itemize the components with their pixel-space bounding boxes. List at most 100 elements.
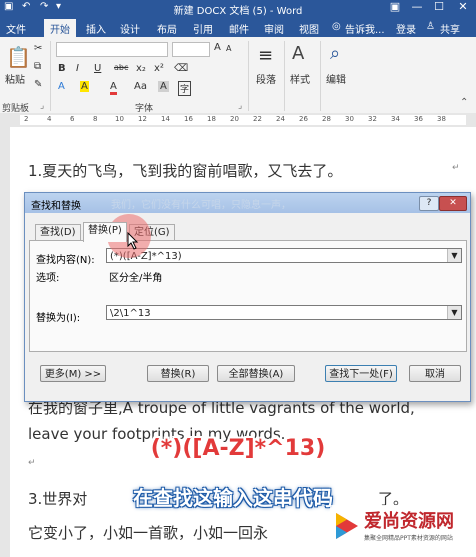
ruler-tick: 16	[184, 115, 193, 123]
font-size-combo[interactable]	[172, 42, 210, 57]
tab-replace[interactable]: 替换(P)	[83, 222, 127, 242]
ruler-tick: 12	[138, 115, 147, 123]
tab-file[interactable]: 文件	[6, 21, 26, 36]
font-color-button[interactable]: A	[110, 81, 117, 95]
dialog-title: 查找和替换	[31, 201, 81, 212]
divider	[50, 41, 51, 111]
ribbon-display-options-icon[interactable]: ▣	[384, 0, 406, 13]
tab-find[interactable]: 查找(D)	[35, 224, 81, 241]
find-what-label: 查找内容(N):	[36, 255, 95, 266]
ruler-tick: 2	[24, 115, 29, 123]
login-link[interactable]: 登录	[396, 21, 416, 36]
document-line[interactable]: 3.世界对	[28, 488, 87, 509]
font-launcher-icon[interactable]: ⌟	[238, 101, 242, 111]
mouse-cursor-icon	[127, 232, 139, 250]
ruler-tick: 32	[368, 115, 377, 123]
font-name-combo[interactable]	[56, 42, 168, 57]
ruler-tick: 36	[414, 115, 423, 123]
code-caption: (*)([A-Z]*^13)	[150, 436, 326, 461]
change-case-button[interactable]: Aa	[134, 81, 147, 92]
replace-button[interactable]: 替换(R)	[147, 365, 209, 382]
paragraph-mark: ↵	[452, 163, 460, 173]
collapse-ribbon-icon[interactable]: ⌃	[460, 97, 468, 108]
replace-with-input[interactable]: \2\1^13 ▼	[106, 305, 462, 320]
ruler-tick: 14	[161, 115, 170, 123]
document-line[interactable]: 它变小了，小如一首歌，小如一回永	[28, 522, 268, 543]
tab-layout[interactable]: 布局	[157, 21, 177, 36]
grow-font-icon[interactable]: A	[214, 42, 221, 53]
find-icon[interactable]: ⌕	[330, 43, 340, 64]
ruler-tick: 8	[93, 115, 98, 123]
ruler-tick: 24	[276, 115, 285, 123]
dialog-title-bar[interactable]: 查找和替换 我们，它们没有什么可唱，只隐息一声， ? ✕	[25, 193, 470, 213]
editing-button-label[interactable]: 编辑	[326, 71, 346, 86]
subscript-button[interactable]: x₂	[136, 63, 146, 74]
cut-icon[interactable]: ✂	[34, 43, 42, 54]
find-history-dropdown-icon[interactable]: ▼	[447, 249, 461, 262]
cancel-button[interactable]: 取消	[409, 365, 461, 382]
divider	[284, 41, 285, 111]
paste-icon[interactable]: 📋	[6, 45, 31, 69]
replace-all-button[interactable]: 全部替换(A)	[217, 365, 295, 382]
copy-icon[interactable]: ⧉	[34, 61, 41, 72]
paste-button-label[interactable]: 粘贴	[5, 71, 25, 86]
replace-panel: 查找内容(N): (*)([A-Z]*^13) ▼ 选项: 区分全/半角 替换为…	[29, 240, 467, 352]
tab-view[interactable]: 视图	[299, 21, 319, 36]
find-what-input[interactable]: (*)([A-Z]*^13) ▼	[106, 248, 462, 263]
tab-mailings[interactable]: 邮件	[229, 21, 249, 36]
tab-references[interactable]: 引用	[193, 21, 213, 36]
share-icon[interactable]: ♙	[426, 21, 435, 32]
character-shading-button[interactable]: A	[158, 81, 169, 92]
close-button[interactable]: ✕	[452, 0, 474, 13]
watermark: 爱尚资源网 集聚全网精品PPT素材资源的网站	[330, 505, 476, 557]
minimize-button[interactable]: —	[406, 0, 428, 13]
watermark-name: 爱尚资源网	[364, 511, 454, 532]
ruler-tick: 26	[299, 115, 308, 123]
watermark-tagline: 集聚全网精品PPT素材资源的网站	[364, 535, 453, 542]
styles-button-label[interactable]: 样式	[290, 71, 310, 86]
ruler-tick: 28	[322, 115, 331, 123]
ruler-tick: 38	[437, 115, 446, 123]
title-bar: ▣ ↶ ↷ ▾ 新建 DOCX 文档 (5) - Word ▣ — ☐ ✕	[0, 0, 476, 17]
horizontal-ruler: 2 4 6 8 10 12 14 16 18 20 22 24 26 28 30…	[0, 113, 476, 128]
styles-icon[interactable]: A	[292, 43, 304, 64]
ruler-tick: 30	[345, 115, 354, 123]
find-replace-dialog: 查找和替换 我们，它们没有什么可唱，只隐息一声， ? ✕ 查找(D) 替换(P)…	[24, 192, 471, 402]
document-line[interactable]: 1.夏天的飞鸟，飞到我的窗前唱歌，又飞去了。	[28, 160, 342, 181]
underline-button[interactable]: U	[94, 63, 101, 74]
format-painter-icon[interactable]: ✎	[34, 79, 42, 90]
paragraph-icon[interactable]: ≡	[258, 45, 273, 66]
lightbulb-icon[interactable]: ◎	[332, 21, 341, 32]
maximize-button[interactable]: ☐	[428, 0, 450, 13]
help-button[interactable]: ?	[419, 196, 439, 211]
dialog-close-button[interactable]: ✕	[439, 196, 467, 211]
tab-review[interactable]: 审阅	[264, 21, 284, 36]
strikethrough-button[interactable]: abc	[114, 63, 128, 72]
text-effects-button[interactable]: A	[58, 81, 65, 92]
highlight-button[interactable]: A	[80, 81, 89, 92]
share-button[interactable]: 共享	[440, 21, 460, 36]
enclose-character-icon[interactable]: 字	[178, 81, 192, 96]
tab-insert[interactable]: 插入	[86, 21, 106, 36]
find-next-button[interactable]: 查找下一处(F)	[325, 365, 397, 382]
divider	[248, 41, 249, 111]
paragraph-button-label[interactable]: 段落	[256, 71, 276, 86]
ruler-tick: 4	[47, 115, 52, 123]
ruler-tick: 22	[253, 115, 262, 123]
ribbon-tabs: 文件 开始 插入 设计 布局 引用 邮件 审阅 视图 ◎ 告诉我... 登录 ♙…	[0, 17, 476, 40]
ruler-tick: 10	[115, 115, 124, 123]
bold-button[interactable]: B	[58, 63, 66, 74]
tell-me-input[interactable]: 告诉我...	[345, 21, 385, 36]
clear-format-icon[interactable]: ⌫	[174, 63, 188, 74]
replace-history-dropdown-icon[interactable]: ▼	[447, 306, 461, 319]
replace-with-value: \2\1^13	[110, 308, 151, 319]
tab-design[interactable]: 设计	[120, 21, 140, 36]
shrink-font-icon[interactable]: A	[226, 44, 231, 53]
dialog-title-background-text: 我们，它们没有什么可唱，只隐息一声，	[111, 200, 291, 211]
ruler-tick: 34	[391, 115, 400, 123]
play-logo-icon	[336, 513, 358, 539]
superscript-button[interactable]: x²	[154, 63, 164, 74]
clipboard-launcher-icon[interactable]: ⌟	[40, 101, 44, 111]
more-button[interactable]: 更多(M) >>	[40, 365, 106, 382]
italic-button[interactable]: I	[76, 63, 79, 74]
